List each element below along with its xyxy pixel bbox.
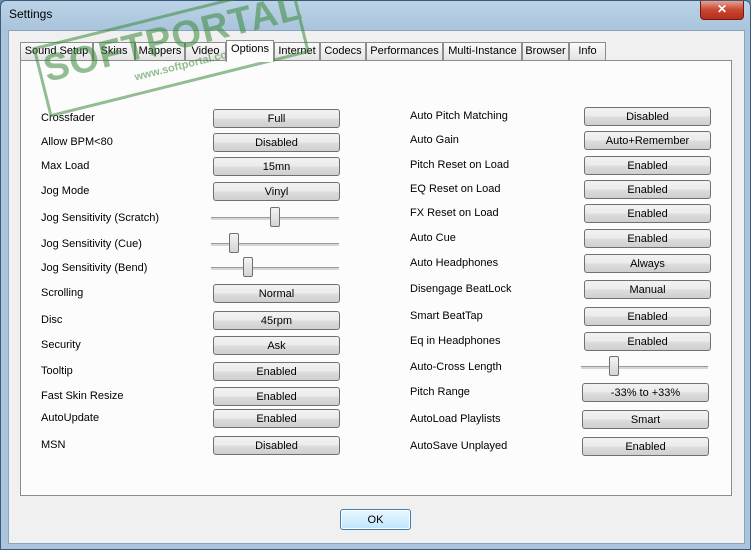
- ok-button[interactable]: OK: [340, 509, 411, 530]
- slider-thumb[interactable]: [270, 207, 280, 227]
- right-button-auto-cue[interactable]: Enabled: [584, 229, 711, 248]
- right-button-fx-reset-on-load[interactable]: Enabled: [584, 204, 711, 223]
- tab-codecs[interactable]: Codecs: [320, 42, 366, 60]
- right-label-pitch-range: Pitch Range: [410, 386, 470, 398]
- tab-info[interactable]: Info: [569, 42, 606, 60]
- tab-options[interactable]: Options: [226, 40, 274, 62]
- right-label-autosave-unplayed: AutoSave Unplayed: [410, 440, 508, 452]
- left-button-msn[interactable]: Disabled: [213, 436, 340, 455]
- right-label-disengage-beatlock: Disengage BeatLock: [410, 283, 512, 295]
- slider-track: [581, 366, 708, 369]
- tab-browser[interactable]: Browser: [522, 42, 569, 60]
- left-slider-jog-sensitivity-bend[interactable]: [211, 257, 339, 279]
- left-slider-jog-sensitivity-cue[interactable]: [211, 233, 339, 255]
- right-button-auto-headphones[interactable]: Always: [584, 254, 711, 273]
- left-button-scrolling[interactable]: Normal: [213, 284, 340, 303]
- close-button[interactable]: ✕: [700, 1, 744, 20]
- right-button-auto-gain[interactable]: Auto+Remember: [584, 131, 711, 150]
- right-label-auto-headphones: Auto Headphones: [410, 257, 499, 269]
- left-label-fast-skin-resize: Fast Skin Resize: [41, 390, 124, 402]
- left-label-disc: Disc: [41, 314, 63, 326]
- left-label-jog-sensitivity-bend: Jog Sensitivity (Bend): [41, 262, 148, 274]
- right-label-fx-reset-on-load: FX Reset on Load: [410, 207, 499, 219]
- window-title: Settings: [9, 7, 53, 21]
- tab-sound-setup[interactable]: Sound Setup: [20, 42, 93, 60]
- right-button-smart-beattap[interactable]: Enabled: [584, 307, 711, 326]
- left-label-allow-bpm-80: Allow BPM<80: [41, 136, 113, 148]
- tab-performances[interactable]: Performances: [366, 42, 443, 60]
- left-button-jog-mode[interactable]: Vinyl: [213, 182, 340, 201]
- left-button-crossfader[interactable]: Full: [213, 109, 340, 128]
- right-label-auto-cross-length: Auto-Cross Length: [410, 361, 502, 373]
- left-label-jog-mode: Jog Mode: [41, 185, 90, 197]
- right-label-auto-cue: Auto Cue: [410, 232, 456, 244]
- right-button-auto-pitch-matching[interactable]: Disabled: [584, 107, 711, 126]
- right-label-auto-pitch-matching: Auto Pitch Matching: [410, 110, 508, 122]
- slider-track: [211, 267, 339, 270]
- right-label-autoload-playlists: AutoLoad Playlists: [410, 413, 501, 425]
- tab-mappers[interactable]: Mappers: [135, 42, 185, 60]
- right-slider-auto-cross-length[interactable]: [581, 356, 708, 378]
- left-button-allow-bpm-80[interactable]: Disabled: [213, 133, 340, 152]
- right-button-eq-in-headphones[interactable]: Enabled: [584, 332, 711, 351]
- left-label-tooltip: Tooltip: [41, 365, 73, 377]
- tab-video[interactable]: Video: [185, 42, 226, 60]
- left-button-security[interactable]: Ask: [213, 336, 340, 355]
- left-label-max-load: Max Load: [41, 160, 90, 172]
- settings-window: Settings ✕ Sound Setup Skins Mappers Video O…: [0, 0, 751, 550]
- right-label-pitch-reset-on-load: Pitch Reset on Load: [410, 159, 510, 171]
- left-label-security: Security: [41, 339, 81, 351]
- left-button-max-load[interactable]: 15mn: [213, 157, 340, 176]
- left-label-scrolling: Scrolling: [41, 287, 84, 299]
- tab-skins[interactable]: Skins: [93, 42, 135, 60]
- close-icon: ✕: [716, 2, 728, 16]
- left-button-fast-skin-resize[interactable]: Enabled: [213, 387, 340, 406]
- left-label-msn: MSN: [41, 439, 66, 451]
- right-label-auto-gain: Auto Gain: [410, 134, 459, 146]
- tab-internet[interactable]: Internet: [274, 42, 320, 60]
- title-bar[interactable]: Settings ✕: [1, 1, 750, 29]
- right-button-pitch-range[interactable]: -33% to +33%: [582, 383, 709, 402]
- slider-thumb[interactable]: [609, 356, 619, 376]
- right-button-pitch-reset-on-load[interactable]: Enabled: [584, 156, 711, 175]
- left-label-jog-sensitivity-scratch: Jog Sensitivity (Scratch): [41, 212, 159, 224]
- right-button-autoload-playlists[interactable]: Smart: [582, 410, 709, 429]
- right-button-disengage-beatlock[interactable]: Manual: [584, 280, 711, 299]
- left-button-tooltip[interactable]: Enabled: [213, 362, 340, 381]
- left-button-autoupdate[interactable]: Enabled: [213, 409, 340, 428]
- right-label-eq-reset-on-load: EQ Reset on Load: [410, 183, 501, 195]
- options-panel: Crossfader Full Allow BPM<80 Disabled Max Lo…: [20, 60, 732, 496]
- right-label-smart-beattap: Smart BeatTap: [410, 310, 483, 322]
- right-label-eq-in-headphones: Eq in Headphones: [410, 335, 501, 347]
- dialog-client-area: Sound Setup Skins Mappers Video Options Inter…: [8, 30, 745, 544]
- tab-multi-instance[interactable]: Multi-Instance: [443, 42, 522, 60]
- slider-thumb[interactable]: [243, 257, 253, 277]
- left-label-autoupdate: AutoUpdate: [41, 412, 100, 424]
- left-label-jog-sensitivity-cue: Jog Sensitivity (Cue): [41, 238, 142, 250]
- slider-thumb[interactable]: [229, 233, 239, 253]
- left-button-disc[interactable]: 45rpm: [213, 311, 340, 330]
- left-slider-jog-sensitivity-scratch[interactable]: [211, 207, 339, 229]
- right-button-eq-reset-on-load[interactable]: Enabled: [584, 180, 711, 199]
- right-button-autosave-unplayed[interactable]: Enabled: [582, 437, 709, 456]
- left-label-crossfader: Crossfader: [41, 112, 95, 124]
